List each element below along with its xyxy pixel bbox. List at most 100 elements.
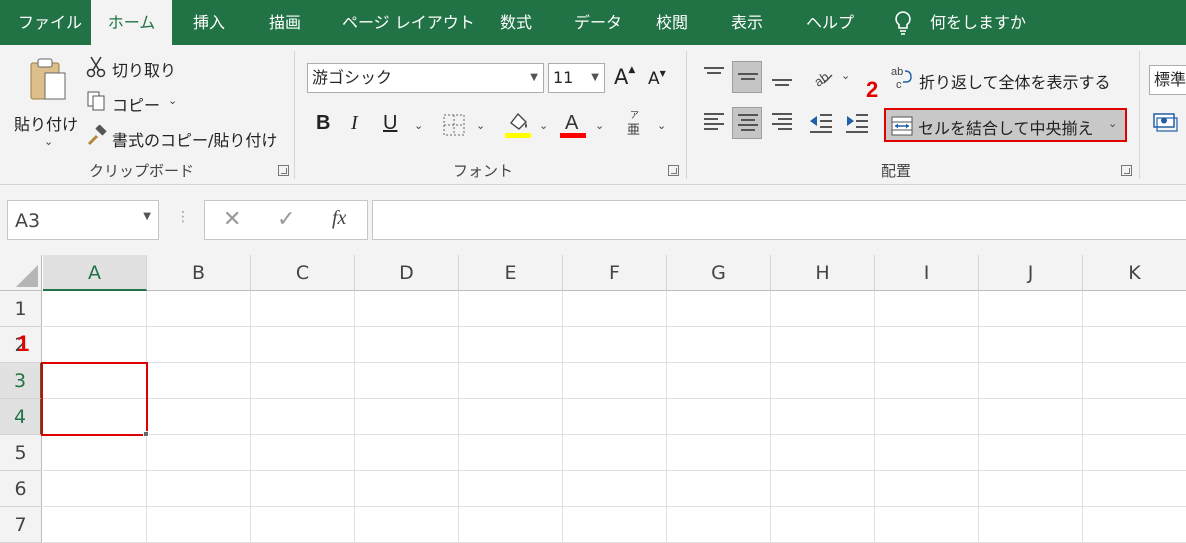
align-top-button[interactable] [699, 61, 729, 93]
confirm-entry-icon[interactable]: ✓ [277, 207, 295, 232]
align-middle-button[interactable] [732, 61, 762, 93]
phonetic-dropdown-chevron-icon[interactable]: ⌄ [657, 119, 666, 132]
fill-color-icon[interactable] [505, 109, 531, 139]
cell-b7[interactable] [147, 507, 251, 543]
decrease-font-size-button[interactable]: A▼ [648, 69, 666, 89]
cell-g7[interactable] [667, 507, 771, 543]
cell-d6[interactable] [355, 471, 459, 507]
tab-formulas[interactable]: 数式 [500, 0, 532, 45]
phonetic-guide-icon[interactable]: ア 亜 [624, 108, 646, 138]
cell-f6[interactable] [563, 471, 667, 507]
merge-center-button[interactable]: セルを結合して中央揃え ⌄ [884, 108, 1127, 142]
cell-g3[interactable] [667, 363, 771, 399]
cell-a1[interactable] [43, 291, 147, 327]
font-color-dropdown-chevron-icon[interactable]: ⌄ [595, 119, 604, 132]
row-header-1[interactable]: 1 [0, 291, 42, 327]
column-header-e[interactable]: E [459, 255, 563, 291]
align-right-button[interactable] [767, 107, 797, 139]
cell-j7[interactable] [979, 507, 1083, 543]
cell-e6[interactable] [459, 471, 563, 507]
name-box-dropdown-icon[interactable]: ▼ [143, 211, 151, 222]
cell-i7[interactable] [875, 507, 979, 543]
column-header-g[interactable]: G [667, 255, 771, 291]
tab-home[interactable]: ホーム [91, 0, 172, 45]
fill-handle[interactable] [143, 431, 149, 437]
row-header-7[interactable]: 7 [0, 507, 42, 543]
cell-d4[interactable] [355, 399, 459, 435]
cell-g1[interactable] [667, 291, 771, 327]
cell-h2[interactable] [771, 327, 875, 363]
cell-j2[interactable] [979, 327, 1083, 363]
copy-dropdown-chevron-icon[interactable]: ⌄ [168, 94, 177, 107]
cell-k6[interactable] [1083, 471, 1186, 507]
tab-draw[interactable]: 描画 [269, 0, 301, 45]
row-header-4[interactable]: 4 [0, 399, 42, 435]
cell-d1[interactable] [355, 291, 459, 327]
formula-bar-grip-icon[interactable]: ⋮ [176, 209, 190, 225]
column-header-a[interactable]: A [43, 255, 147, 291]
orientation-dropdown-chevron-icon[interactable]: ⌄ [841, 69, 850, 82]
cell-c6[interactable] [251, 471, 355, 507]
bold-button[interactable]: B [316, 112, 330, 135]
cell-i2[interactable] [875, 327, 979, 363]
cell-e4[interactable] [459, 399, 563, 435]
font-color-icon[interactable]: A [560, 109, 586, 139]
cell-i4[interactable] [875, 399, 979, 435]
borders-dropdown-chevron-icon[interactable]: ⌄ [476, 119, 485, 132]
tab-view[interactable]: 表示 [731, 0, 763, 45]
cell-d2[interactable] [355, 327, 459, 363]
currency-format-icon[interactable] [1153, 111, 1179, 133]
cell-e7[interactable] [459, 507, 563, 543]
formula-input[interactable] [372, 200, 1186, 240]
name-box[interactable]: A3 ▼ [7, 200, 159, 240]
alignment-dialog-launcher-icon[interactable] [1121, 165, 1132, 176]
cell-k7[interactable] [1083, 507, 1186, 543]
paste-dropdown-chevron-icon[interactable]: ⌄ [44, 135, 53, 148]
cell-a2[interactable] [43, 327, 147, 363]
cell-a5[interactable] [43, 435, 147, 471]
paste-button[interactable]: 貼り付け ⌄ [8, 53, 84, 153]
column-header-f[interactable]: F [563, 255, 667, 291]
cell-k5[interactable] [1083, 435, 1186, 471]
cell-i1[interactable] [875, 291, 979, 327]
fill-color-dropdown-chevron-icon[interactable]: ⌄ [539, 119, 548, 132]
underline-dropdown-chevron-icon[interactable]: ⌄ [414, 119, 423, 132]
column-header-d[interactable]: D [355, 255, 459, 291]
cell-h3[interactable] [771, 363, 875, 399]
tell-me-search[interactable]: 何をしますか [930, 0, 1026, 45]
cell-b4[interactable] [147, 399, 251, 435]
cell-d3[interactable] [355, 363, 459, 399]
font-size-combobox[interactable]: 11 ▼ [548, 63, 605, 93]
cell-j4[interactable] [979, 399, 1083, 435]
tab-data[interactable]: データ [574, 0, 622, 45]
cell-b2[interactable] [147, 327, 251, 363]
cell-c3[interactable] [251, 363, 355, 399]
cell-c5[interactable] [251, 435, 355, 471]
cell-b1[interactable] [147, 291, 251, 327]
cell-c7[interactable] [251, 507, 355, 543]
row-header-6[interactable]: 6 [0, 471, 42, 507]
row-header-3[interactable]: 3 [0, 363, 42, 399]
cell-g6[interactable] [667, 471, 771, 507]
cell-j6[interactable] [979, 471, 1083, 507]
cell-f5[interactable] [563, 435, 667, 471]
insert-function-button[interactable]: fx [332, 207, 346, 230]
cell-j3[interactable] [979, 363, 1083, 399]
cell-g5[interactable] [667, 435, 771, 471]
cell-h6[interactable] [771, 471, 875, 507]
cell-e3[interactable] [459, 363, 563, 399]
column-header-c[interactable]: C [251, 255, 355, 291]
cell-g4[interactable] [667, 399, 771, 435]
cell-f7[interactable] [563, 507, 667, 543]
cell-e5[interactable] [459, 435, 563, 471]
cell-c2[interactable] [251, 327, 355, 363]
cut-button[interactable]: 切り取り [86, 55, 196, 81]
clipboard-dialog-launcher-icon[interactable] [278, 165, 289, 176]
cell-i5[interactable] [875, 435, 979, 471]
align-bottom-button[interactable] [767, 61, 797, 93]
borders-icon[interactable] [443, 114, 465, 136]
cell-e2[interactable] [459, 327, 563, 363]
cell-a7[interactable] [43, 507, 147, 543]
increase-font-size-button[interactable]: A▲ [614, 65, 635, 89]
tab-insert[interactable]: 挿入 [193, 0, 225, 45]
